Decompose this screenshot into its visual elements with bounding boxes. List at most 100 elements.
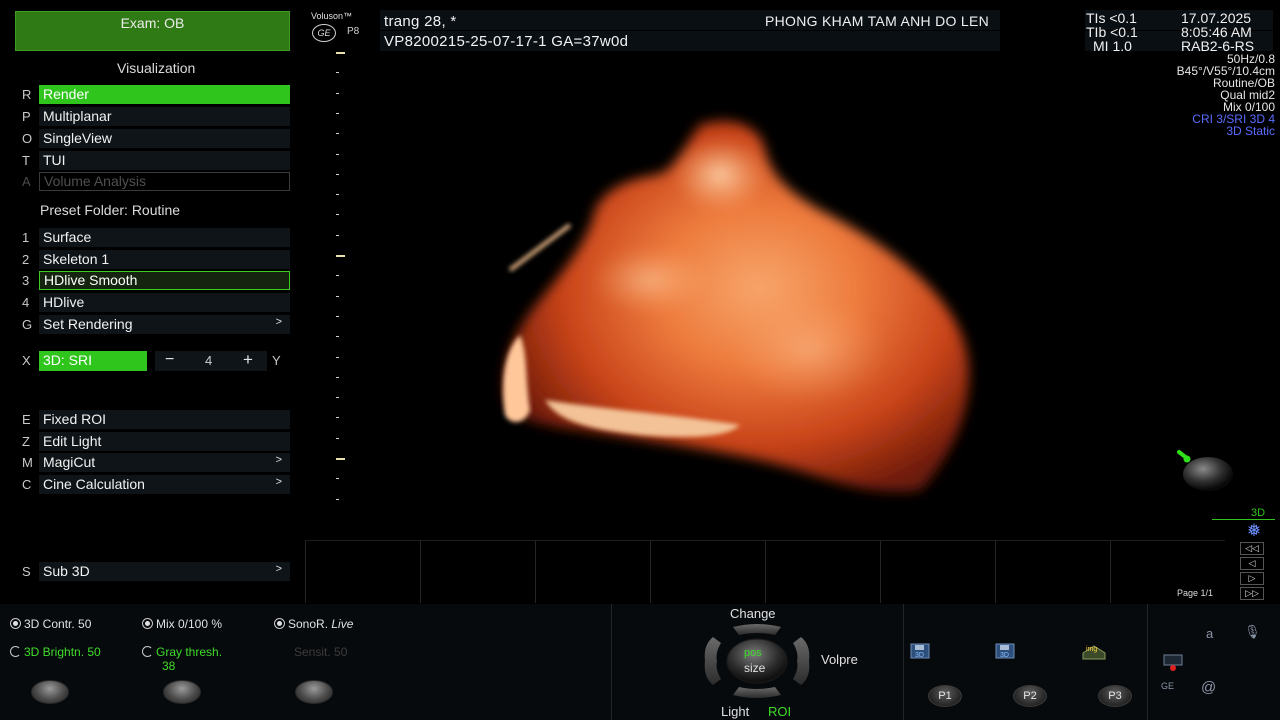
preset-surface[interactable]: 1 Surface: [0, 228, 300, 248]
p2-button[interactable]: P2: [1013, 685, 1047, 707]
step-forward-icon[interactable]: ▷: [1240, 572, 1264, 585]
cine-frame-slot[interactable]: [535, 541, 650, 603]
gray-threshold-control[interactable]: Gray thresh. 38: [142, 645, 222, 673]
rewind-icon[interactable]: ◁◁: [1240, 542, 1264, 555]
view-mode-label: 3D: [1251, 507, 1266, 519]
depth-scale: [330, 48, 350, 508]
gray-threshold-label: Gray thresh.: [156, 645, 223, 659]
save-3d-icon[interactable]: 3D: [910, 643, 936, 663]
menu-render[interactable]: R Render: [0, 85, 300, 105]
depth-tick: [336, 234, 339, 236]
cine-frame-slot[interactable]: [650, 541, 765, 603]
keyboard-icon[interactable]: a: [1206, 626, 1213, 641]
email-icon[interactable]: @: [1201, 679, 1216, 696]
knob-2[interactable]: [163, 680, 201, 704]
sonorender-control[interactable]: SonoR. Live: [274, 617, 353, 631]
set-rendering-button[interactable]: Set Rendering >: [39, 315, 290, 334]
singleview-button[interactable]: SingleView: [39, 129, 290, 148]
hotkey-label: M: [22, 455, 33, 470]
tool-cine-calculation[interactable]: C Cine Calculation >: [0, 475, 300, 495]
depth-tick: [336, 498, 339, 500]
edit-light-button[interactable]: Edit Light: [39, 432, 290, 451]
menu-tui[interactable]: T TUI: [0, 151, 300, 171]
tool-edit-light[interactable]: Z Edit Light: [0, 432, 300, 452]
cine-frame-slot[interactable]: [765, 541, 880, 603]
axis-label: Y: [272, 353, 281, 368]
sensitivity-control: Sensit. 50: [294, 645, 348, 659]
depth-tick: [336, 173, 339, 175]
fast-forward-icon[interactable]: ▷▷: [1240, 587, 1264, 600]
preset-hdlive-smooth[interactable]: 3 HDlive Smooth: [0, 271, 300, 291]
rotary-icon: [142, 646, 153, 657]
tui-button[interactable]: TUI: [39, 151, 290, 170]
depth-tick: [336, 72, 339, 74]
volpre-label: Volpre: [821, 652, 858, 667]
p3-button[interactable]: P3: [1098, 685, 1132, 707]
cine-frame-slot[interactable]: [420, 541, 535, 603]
save-image-icon[interactable]: img: [1081, 643, 1107, 663]
page-indicator: Page 1/1: [1177, 588, 1214, 598]
depth-tick: [336, 478, 339, 480]
hotkey-label: 3: [22, 273, 30, 288]
cine-frame-slot[interactable]: [880, 541, 995, 603]
menu-sub3d[interactable]: S Sub 3D >: [0, 562, 300, 582]
cine-calculation-label: Cine Calculation: [43, 476, 145, 492]
menu-singleview[interactable]: O SingleView: [0, 129, 300, 149]
depth-tick: [336, 336, 339, 338]
img-label: img: [1086, 646, 1098, 653]
chevron-right-icon: >: [275, 454, 282, 466]
hotkey-label: G: [22, 317, 33, 332]
skeleton-button[interactable]: Skeleton 1: [39, 250, 290, 269]
multiplanar-button[interactable]: Multiplanar: [39, 107, 290, 126]
mi-index: MI 1.0: [1093, 38, 1132, 54]
ge-logo-icon: GE: [312, 24, 336, 42]
patient-id: VP8200215-25-07-17-1 GA=37w0d: [384, 33, 629, 50]
param-mode: 3D Static: [1226, 124, 1275, 138]
sub3d-button[interactable]: Sub 3D >: [39, 562, 290, 581]
cine-frame-slot[interactable]: [995, 541, 1110, 603]
3d-render-view[interactable]: [400, 80, 1020, 520]
3d-settings-gear-icon[interactable]: ❅: [1247, 521, 1261, 541]
fixed-roi-button[interactable]: Fixed ROI: [39, 410, 290, 429]
visualization-title: Visualization: [117, 60, 196, 76]
knob-3[interactable]: [295, 680, 333, 704]
cine-calculation-button[interactable]: Cine Calculation >: [39, 475, 290, 494]
record-icon[interactable]: [1161, 654, 1185, 675]
step-back-icon[interactable]: ◁: [1240, 557, 1264, 570]
save-3d-icon[interactable]: 3D: [995, 643, 1021, 663]
hdlive-button[interactable]: HDlive: [39, 293, 290, 312]
3d-contrast-control[interactable]: 3D Contr. 50: [10, 617, 91, 631]
exam-button[interactable]: Exam: OB: [15, 11, 290, 51]
cine-frame-slot[interactable]: [305, 541, 420, 603]
tool-magicut[interactable]: M MagiCut >: [0, 453, 300, 473]
menu-multiplanar[interactable]: P Multiplanar: [0, 107, 300, 127]
preset-hdlive[interactable]: 4 HDlive: [0, 293, 300, 313]
sri-stepper: − 4 +: [155, 350, 267, 371]
magicut-button[interactable]: MagiCut >: [39, 453, 290, 472]
hotkey-label: T: [22, 153, 30, 168]
hotkey-label: C: [22, 477, 32, 492]
save2-label: 3D: [1000, 652, 1009, 659]
ge-service-icon[interactable]: GE: [1161, 681, 1174, 691]
plus-icon[interactable]: +: [243, 350, 253, 370]
depth-tick: [336, 356, 339, 358]
knob-1[interactable]: [31, 680, 69, 704]
microphone-icon[interactable]: 🎙: [1244, 624, 1261, 640]
preset-set-rendering[interactable]: G Set Rendering >: [0, 315, 300, 335]
surface-button[interactable]: Surface: [39, 228, 290, 247]
minus-icon[interactable]: −: [165, 351, 174, 369]
probe-model: P8: [347, 26, 360, 37]
rotary-icon: [10, 646, 21, 657]
sonor-label: SonoR.: [288, 617, 332, 631]
sub3d-label: Sub 3D: [43, 563, 90, 579]
sri-button[interactable]: 3D: SRI: [39, 351, 147, 371]
p1-button[interactable]: P1: [928, 685, 962, 707]
mix-control[interactable]: Mix 0/100 %: [142, 617, 222, 631]
render-button[interactable]: Render: [39, 85, 290, 104]
hdlive-smooth-button[interactable]: HDlive Smooth: [39, 271, 290, 290]
preset-skeleton[interactable]: 2 Skeleton 1: [0, 250, 300, 270]
3d-brightness-control[interactable]: 3D Brightn. 50: [10, 645, 101, 659]
pos-label: pos: [744, 647, 762, 659]
tool-fixed-roi[interactable]: E Fixed ROI: [0, 410, 300, 430]
set-rendering-label: Set Rendering: [43, 316, 133, 332]
